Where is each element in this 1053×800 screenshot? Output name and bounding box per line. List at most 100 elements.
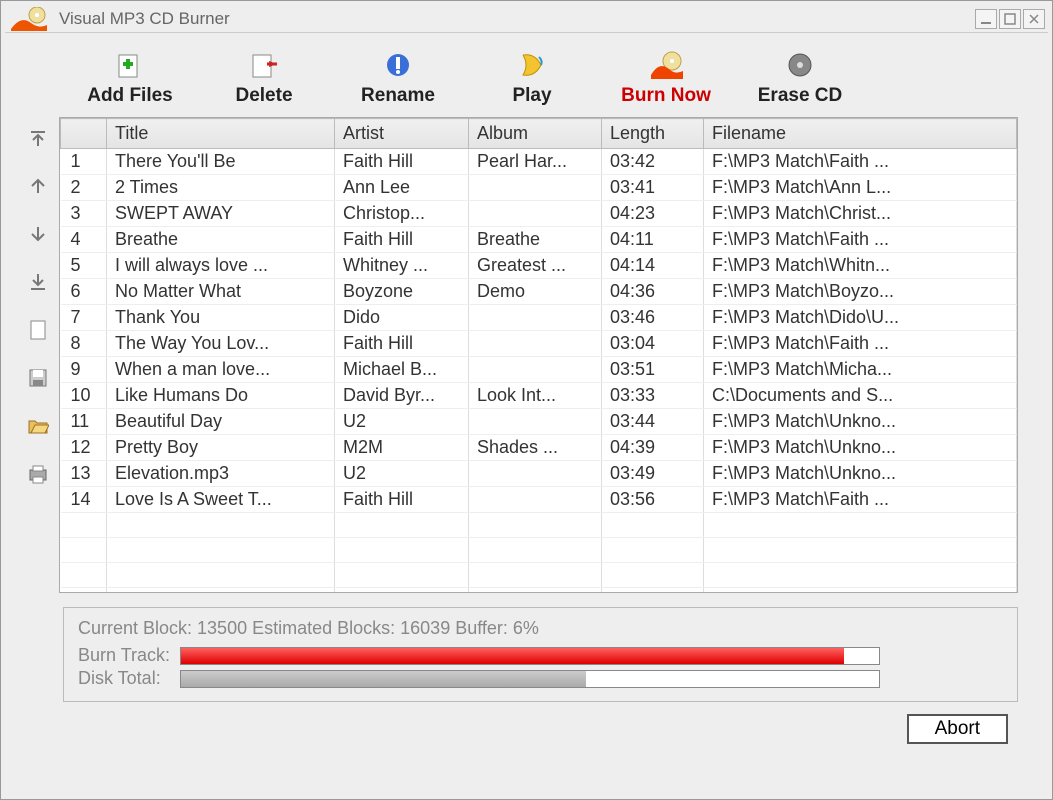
cell[interactable]: David Byr... [335,383,469,409]
table-row[interactable]: 7Thank YouDido 03:46F:\MP3 Match\Dido\U..… [61,305,1017,331]
cell[interactable]: Breathe [107,227,335,253]
cell[interactable]: 03:44 [602,409,704,435]
table-row[interactable]: 5I will always love ...Whitney ...Greate… [61,253,1017,279]
table-row[interactable]: 3SWEPT AWAYChristop... 04:23F:\MP3 Match\… [61,201,1017,227]
cell[interactable]: 7 [61,305,107,331]
cell[interactable]: When a man love... [107,357,335,383]
table-row[interactable]: 9When a man love...Michael B... 03:51F:\M… [61,357,1017,383]
cell[interactable]: Pretty Boy [107,435,335,461]
move-up-button[interactable] [25,175,51,201]
cell[interactable]: Faith Hill [335,227,469,253]
cell[interactable]: The Way You Lov... [107,331,335,357]
cell[interactable]: 9 [61,357,107,383]
cell[interactable]: Greatest ... [469,253,602,279]
cell[interactable]: 10 [61,383,107,409]
table-row[interactable]: 4BreatheFaith HillBreathe04:11F:\MP3 Mat… [61,227,1017,253]
cell[interactable]: 1 [61,149,107,175]
cell[interactable]: F:\MP3 Match\Faith ... [704,487,1017,513]
column-header[interactable]: Filename [704,119,1017,149]
cell[interactable] [469,175,602,201]
cell[interactable]: Beautiful Day [107,409,335,435]
cell[interactable]: 4 [61,227,107,253]
cell[interactable]: 14 [61,487,107,513]
cell[interactable]: 04:23 [602,201,704,227]
table-row[interactable]: 22 TimesAnn Lee03:41F:\MP3 Match\Ann L..… [61,175,1017,201]
cell[interactable]: Whitney ... [335,253,469,279]
cell[interactable]: 6 [61,279,107,305]
cell[interactable]: 03:42 [602,149,704,175]
cell[interactable]: Like Humans Do [107,383,335,409]
cell[interactable]: Look Int... [469,383,602,409]
cell[interactable]: SWEPT AWAY [107,201,335,227]
table-row[interactable]: 12Pretty BoyM2MShades ...04:39F:\MP3 Mat… [61,435,1017,461]
cell[interactable]: 5 [61,253,107,279]
cell[interactable]: F:\MP3 Match\Boyzo... [704,279,1017,305]
maximize-button[interactable] [999,9,1021,29]
cell[interactable]: Shades ... [469,435,602,461]
cell[interactable]: Pearl Har... [469,149,602,175]
cell[interactable]: 03:33 [602,383,704,409]
cell[interactable]: 3 [61,201,107,227]
cell[interactable]: U2 [335,461,469,487]
table-row[interactable]: 13Elevation.mp3U203:49F:\MP3 Match\Unkno… [61,461,1017,487]
table-row[interactable]: 14Love Is A Sweet T...Faith Hill03:56F:\… [61,487,1017,513]
cell[interactable]: 2 Times [107,175,335,201]
column-header[interactable]: Length [602,119,704,149]
cell[interactable]: F:\MP3 Match\Faith ... [704,227,1017,253]
burn-now-button[interactable]: Burn Now [621,49,711,107]
cell[interactable]: F:\MP3 Match\Christ... [704,201,1017,227]
play-button[interactable]: Play [487,49,577,107]
cell[interactable]: Michael B... [335,357,469,383]
cell[interactable]: F:\MP3 Match\Unkno... [704,435,1017,461]
close-button[interactable] [1023,9,1045,29]
cell[interactable]: There You'll Be [107,149,335,175]
cell[interactable]: 04:14 [602,253,704,279]
cell[interactable]: Boyzone [335,279,469,305]
save-list-button[interactable] [25,367,51,393]
cell[interactable]: M2M [335,435,469,461]
move-top-button[interactable] [25,127,51,153]
cell[interactable] [469,461,602,487]
cell[interactable]: F:\MP3 Match\Unkno... [704,461,1017,487]
table-row[interactable]: 1There You'll BeFaith HillPearl Har...03… [61,149,1017,175]
cell[interactable]: 04:36 [602,279,704,305]
open-list-button[interactable] [25,415,51,441]
cell[interactable]: F:\MP3 Match\Ann L... [704,175,1017,201]
cell[interactable]: Ann Lee [335,175,469,201]
cell[interactable]: Demo [469,279,602,305]
cell[interactable]: F:\MP3 Match\Dido\U... [704,305,1017,331]
column-header[interactable]: Title [107,119,335,149]
cell[interactable]: No Matter What [107,279,335,305]
cell[interactable]: Love Is A Sweet T... [107,487,335,513]
cell[interactable]: F:\MP3 Match\Micha... [704,357,1017,383]
cell[interactable]: 03:46 [602,305,704,331]
column-header[interactable] [61,119,107,149]
table-header-row[interactable]: TitleArtistAlbumLengthFilename [61,119,1017,149]
move-down-button[interactable] [25,223,51,249]
cell[interactable] [469,201,602,227]
table-row[interactable]: 11Beautiful DayU2 03:44F:\MP3 Match\Unkno… [61,409,1017,435]
column-header[interactable]: Artist [335,119,469,149]
cell[interactable]: 13 [61,461,107,487]
cell[interactable]: C:\Documents and S... [704,383,1017,409]
cell[interactable]: 03:49 [602,461,704,487]
cell[interactable]: U2 [335,409,469,435]
cell[interactable]: I will always love ... [107,253,335,279]
track-table[interactable]: TitleArtistAlbumLengthFilename 1There Yo… [60,118,1017,593]
move-bottom-button[interactable] [25,271,51,297]
titlebar[interactable]: Visual MP3 CD Burner [5,5,1048,33]
cell[interactable]: 11 [61,409,107,435]
table-body[interactable]: 1There You'll BeFaith HillPearl Har...03… [61,149,1017,594]
column-header[interactable]: Album [469,119,602,149]
minimize-button[interactable] [975,9,997,29]
cell[interactable]: 8 [61,331,107,357]
cell[interactable]: Breathe [469,227,602,253]
cell[interactable] [469,331,602,357]
cell[interactable] [469,409,602,435]
cell[interactable]: Christop... [335,201,469,227]
cell[interactable]: 04:39 [602,435,704,461]
cell[interactable]: 03:51 [602,357,704,383]
cell[interactable]: Dido [335,305,469,331]
cell[interactable]: Thank You [107,305,335,331]
cell[interactable]: F:\MP3 Match\Unkno... [704,409,1017,435]
